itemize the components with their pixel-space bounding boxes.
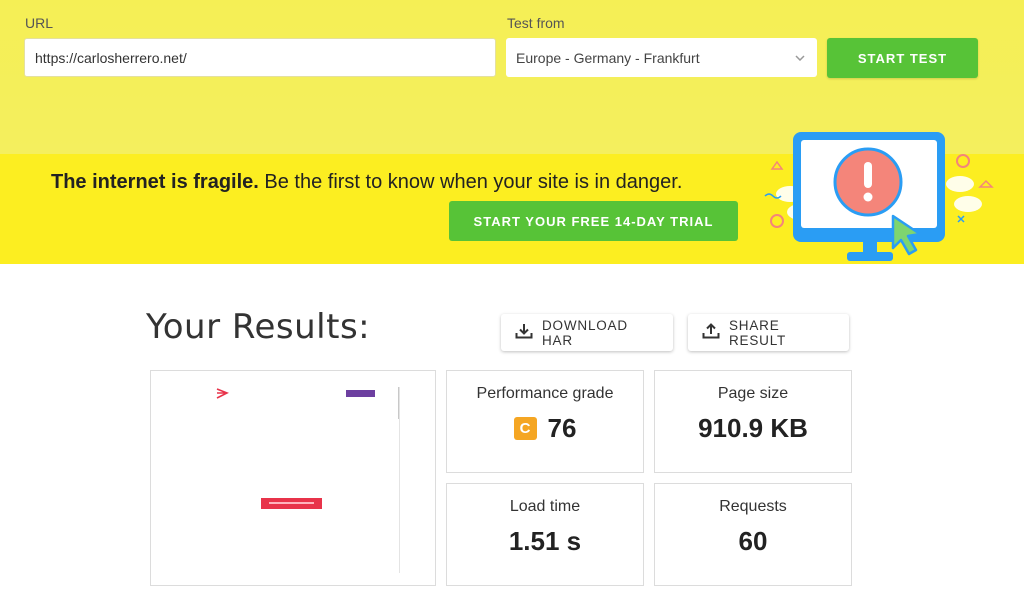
start-trial-button[interactable]: START YOUR FREE 14-DAY TRIAL [449, 201, 738, 241]
load-time-value: 1.51 s [508, 526, 582, 556]
download-icon [515, 323, 533, 342]
load-time-card: Load time 1.51 s [446, 483, 644, 586]
screenshot-preview [216, 387, 400, 573]
requests-label: Requests [719, 498, 787, 515]
requests-card: Requests 60 [654, 483, 852, 586]
page-size-label: Page size [717, 385, 789, 402]
page-size-card: Page size 910.9 KB [654, 370, 852, 473]
performance-score: 76 [547, 413, 577, 443]
test-from-label: Test from [507, 15, 565, 31]
page-size-value: 910.9 KB [698, 413, 808, 443]
promo-rest-text: Be the first to know when your site is i… [258, 171, 683, 193]
requests-value: 60 [738, 526, 768, 556]
url-input[interactable] [24, 38, 496, 77]
grade-badge: C [513, 417, 537, 440]
performance-grade-value-row: C 76 [513, 413, 577, 444]
results-title: Your Results: [146, 307, 371, 347]
performance-grade-label: Performance grade [476, 385, 614, 402]
test-location-value: Europe - Germany - Frankfurt [516, 49, 700, 66]
url-label: URL [25, 15, 54, 31]
load-time-label: Load time [509, 498, 581, 515]
promo-bold-text: The internet is fragile. [51, 171, 259, 193]
start-test-button[interactable]: START TEST [827, 38, 978, 78]
download-har-button[interactable]: DOWNLOAD HAR [501, 314, 673, 351]
alert-monitor-illustration [764, 132, 994, 261]
share-result-label: SHARE RESULT [729, 317, 787, 348]
test-location-select[interactable]: Europe - Germany - Frankfurt [506, 38, 817, 77]
page-screenshot-thumbnail [150, 370, 436, 586]
share-result-button[interactable]: SHARE RESULT [688, 314, 849, 351]
download-har-label: DOWNLOAD HAR [542, 317, 628, 348]
promo-text: The internet is fragile. Be the first to… [51, 171, 682, 194]
chevron-down-icon [793, 51, 807, 65]
performance-grade-card: Performance grade C 76 [446, 370, 644, 473]
share-icon [702, 323, 720, 342]
